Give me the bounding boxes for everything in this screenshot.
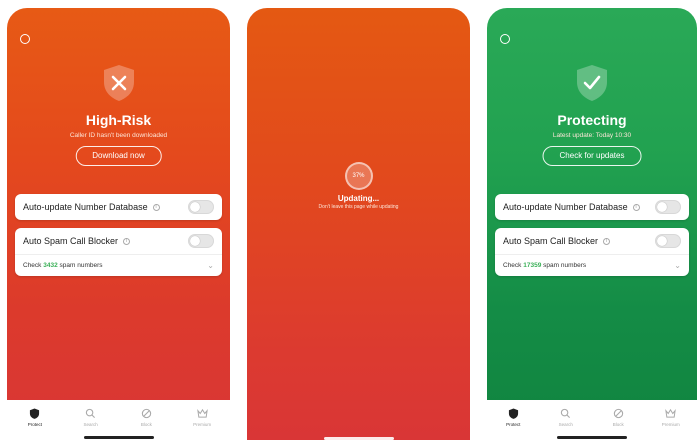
chevron-down-icon[interactable]: ⌄: [674, 261, 681, 270]
crown-icon: [196, 408, 208, 418]
spam-blocker-toggle[interactable]: [655, 234, 681, 248]
info-icon[interactable]: i: [603, 238, 611, 246]
spam-numbers-row[interactable]: Check 3432 spam numbers ⌄: [15, 254, 222, 276]
updating-title: Updating...: [337, 194, 380, 203]
check-prefix: Check: [23, 262, 42, 269]
download-now-button[interactable]: Download now: [75, 146, 162, 166]
shield-check-icon: [577, 65, 607, 101]
tab-protect[interactable]: Protect: [493, 407, 533, 427]
auto-update-text: Auto-update Number Database: [503, 202, 628, 212]
crown-icon: [665, 408, 677, 418]
tab-block[interactable]: Block: [126, 408, 166, 427]
spam-blocker-text: Auto Spam Call Blocker: [23, 236, 119, 246]
block-icon: [613, 408, 623, 418]
info-icon[interactable]: i: [152, 204, 160, 212]
status-title: High-Risk: [85, 112, 152, 128]
spam-blocker-label: Auto Spam Call Blocker i: [23, 236, 188, 246]
tab-search[interactable]: Search: [546, 408, 586, 427]
spam-blocker-toggle[interactable]: [188, 234, 214, 248]
check-for-updates-button[interactable]: Check for updates: [542, 146, 642, 166]
tab-search[interactable]: Search: [71, 408, 111, 427]
spam-blocker-card: Auto Spam Call Blocker i Check 3432 spam …: [15, 228, 222, 276]
tab-label: Premium: [661, 421, 680, 427]
auto-update-label: Auto-update Number Database i: [23, 202, 188, 212]
spam-blocker-card: Auto Spam Call Blocker i Check 17359 spam…: [495, 228, 689, 276]
auto-update-label: Auto-update Number Database i: [503, 202, 655, 212]
tab-bar: Protect Search Block Premium: [487, 400, 697, 440]
phone-screen-updating: 37% Updating... Don't leave this page wh…: [247, 8, 470, 440]
home-indicator: [557, 436, 627, 439]
spam-blocker-label: Auto Spam Call Blocker i: [503, 236, 655, 246]
check-prefix: Check: [503, 262, 522, 269]
status-title: Protecting: [557, 112, 627, 128]
spam-count: 3432: [43, 262, 58, 269]
block-icon: [141, 408, 152, 418]
auto-update-card: Auto-update Number Database i: [15, 194, 222, 220]
tab-label: Block: [140, 421, 152, 427]
auto-update-text: Auto-update Number Database: [23, 202, 148, 212]
tab-bar: Protect Search Block Premium: [7, 400, 230, 440]
search-icon: [85, 408, 96, 418]
spam-numbers-row[interactable]: Check 17359 spam numbers ⌄: [495, 254, 689, 276]
tab-label: Protect: [27, 421, 42, 427]
phone-screen-high-risk: High-Risk Caller ID hasn't been download…: [7, 8, 230, 440]
auto-update-card: Auto-update Number Database i: [495, 194, 689, 220]
shield-x-icon: [103, 65, 134, 101]
chevron-down-icon[interactable]: ⌄: [207, 261, 214, 270]
tab-protect[interactable]: Protect: [15, 407, 55, 427]
auto-update-toggle[interactable]: [188, 200, 214, 214]
search-icon: [561, 408, 571, 418]
spam-count: 17359: [523, 262, 542, 269]
menu-icon[interactable]: [20, 34, 30, 44]
auto-update-toggle[interactable]: [655, 200, 681, 214]
tab-block[interactable]: Block: [598, 408, 638, 427]
check-suffix: spam numbers: [59, 262, 103, 269]
info-icon[interactable]: i: [632, 204, 640, 212]
tab-label: Premium: [193, 421, 212, 427]
status-subtitle: Caller ID hasn't been downloaded: [69, 132, 168, 139]
spam-blocker-text: Auto Spam Call Blocker: [503, 236, 599, 246]
tab-premium[interactable]: Premium: [182, 408, 222, 427]
home-indicator: [83, 436, 154, 439]
shield-icon: [30, 407, 40, 419]
phone-screen-protecting: Protecting Latest update: Today 10:30 Ch…: [487, 8, 697, 440]
tab-premium[interactable]: Premium: [651, 408, 691, 427]
progress-circle: 37%: [344, 162, 373, 190]
updating-subtitle: Don't leave this page while updating: [318, 204, 399, 210]
tab-label: Search: [558, 421, 573, 427]
menu-icon[interactable]: [500, 34, 510, 44]
tab-label: Search: [83, 421, 98, 427]
check-suffix: spam numbers: [543, 262, 587, 269]
info-icon[interactable]: i: [123, 238, 131, 246]
tab-label: Protect: [506, 421, 521, 427]
status-subtitle: Latest update: Today 10:30: [552, 132, 632, 139]
shield-icon: [508, 407, 518, 419]
tab-label: Block: [612, 421, 624, 427]
